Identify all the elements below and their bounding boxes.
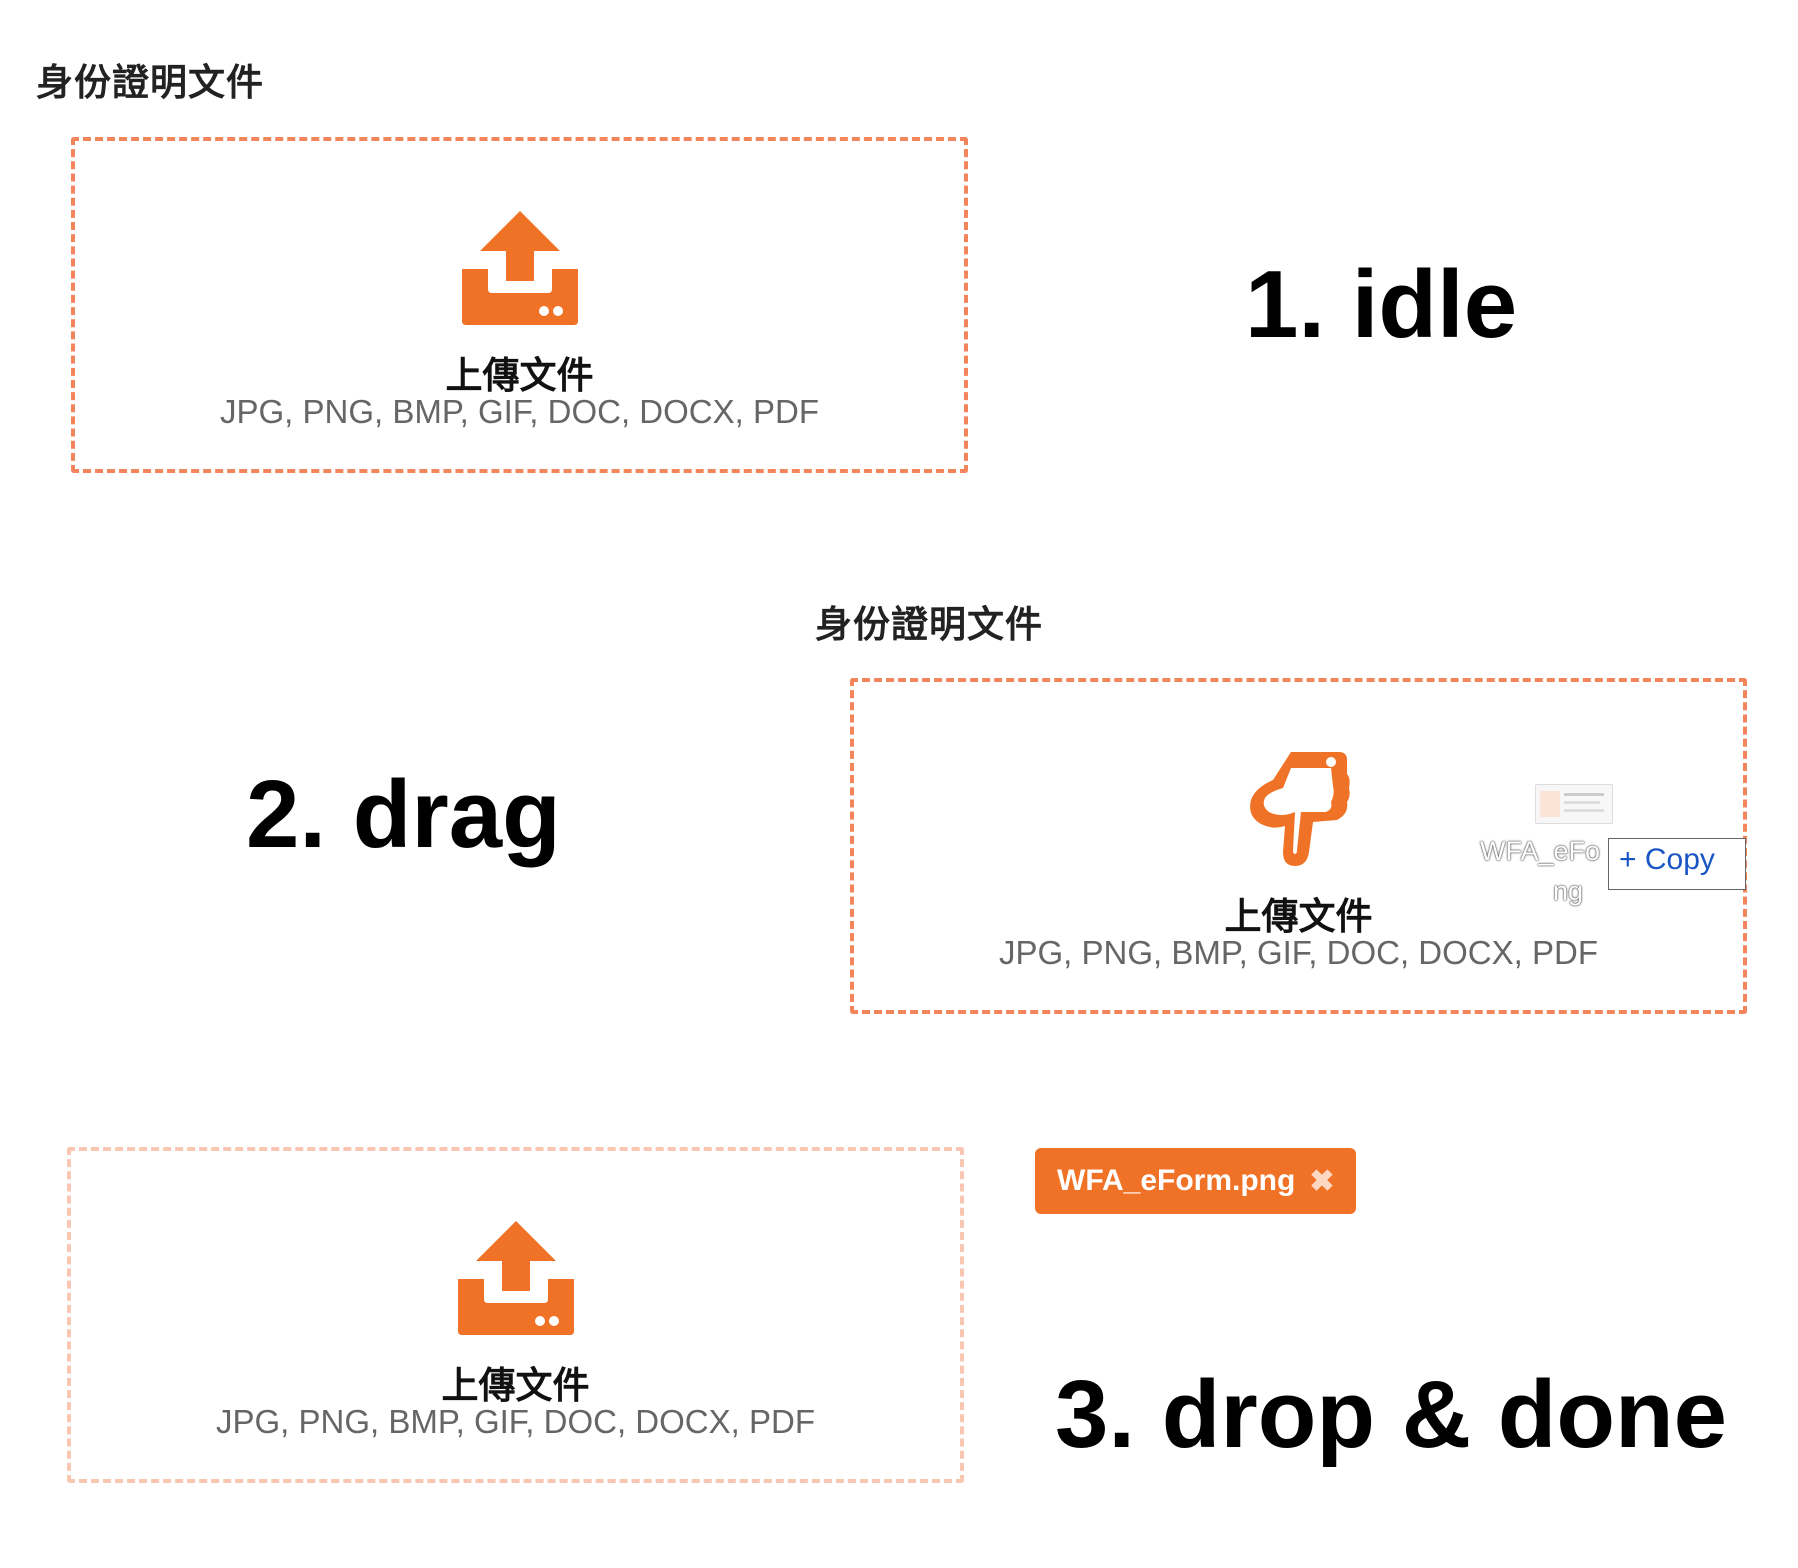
- accepted-formats: JPG, PNG, BMP, GIF, DOC, DOCX, PDF: [216, 1403, 815, 1440]
- upload-tray-icon: [461, 211, 578, 325]
- dropzone-title: 上傳文件: [445, 354, 594, 397]
- uploaded-file-name: WFA_eForm.png: [1057, 1164, 1296, 1197]
- step-drag-label: 2. drag: [246, 761, 561, 868]
- close-icon[interactable]: ✖: [1309, 1164, 1334, 1199]
- uploaded-file-chip: WFA_eForm.png ✖: [1035, 1148, 1357, 1214]
- file-thumbnail: [1535, 784, 1613, 824]
- step-idle-label: 1. idle: [1245, 251, 1518, 358]
- upload-dropzone[interactable]: 上傳文件 JPG, PNG, BMP, GIF, DOC, DOCX, PDF: [71, 137, 968, 473]
- upload-dropzone[interactable]: 上傳文件 JPG, PNG, BMP, GIF, DOC, DOCX, PDF: [67, 1147, 964, 1483]
- dropzone-title: 上傳文件: [441, 1364, 590, 1407]
- field-label: 身份證明文件: [815, 603, 1043, 646]
- copy-indicator: + Copy: [1608, 838, 1746, 890]
- pointing-hand-icon: [1249, 752, 1350, 866]
- ghost-file-name-ext: ng: [1553, 876, 1584, 906]
- field-label: 身份證明文件: [36, 61, 264, 104]
- accepted-formats: JPG, PNG, BMP, GIF, DOC, DOCX, PDF: [220, 393, 819, 430]
- accepted-formats: JPG, PNG, BMP, GIF, DOC, DOCX, PDF: [999, 934, 1598, 971]
- upload-tray-icon: [457, 1221, 574, 1335]
- ghost-file-name: WFA_eFo: [1480, 836, 1601, 866]
- step-done-label: 3. drop & done: [1055, 1361, 1727, 1468]
